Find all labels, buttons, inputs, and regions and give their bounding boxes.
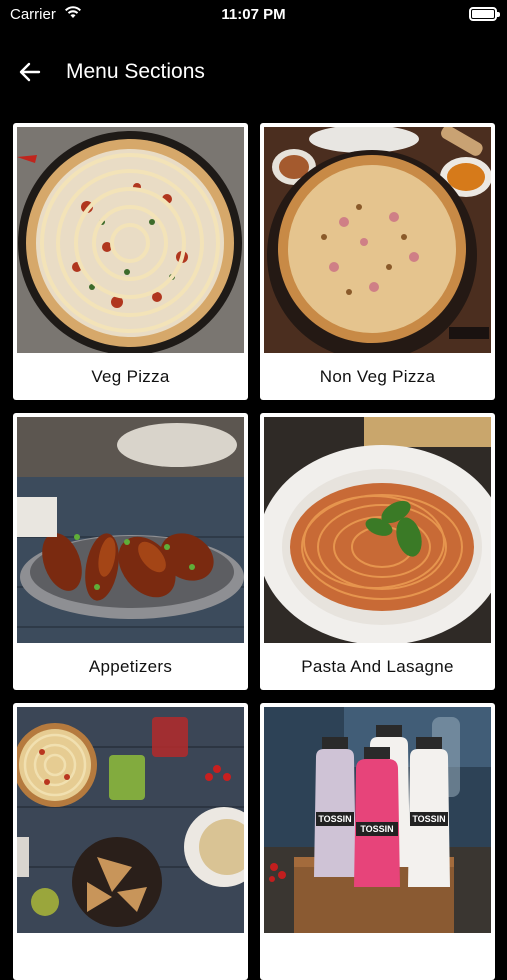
arrow-left-icon xyxy=(19,62,41,82)
section-label: Pasta And Lasagne xyxy=(301,656,454,676)
section-label: Appetizers xyxy=(88,656,173,676)
section-card-beverages[interactable]: TOSSIN TOSSIN TOSSIN xyxy=(260,703,495,980)
bottle-brand-text: TOSSIN xyxy=(360,824,393,834)
bottle-brand-text: TOSSIN xyxy=(412,814,445,824)
section-label: Non Veg Pizza xyxy=(319,366,436,386)
section-card-appetizers[interactable]: Appetizers xyxy=(13,413,248,690)
menu-sections-grid: Veg Pizza Non Veg Pizza Appetizers Pasta… xyxy=(13,123,495,980)
navigation-bar: Menu Sections xyxy=(0,44,507,100)
section-card-veg-pizza[interactable]: Veg Pizza xyxy=(13,123,248,400)
spaghetti-photo xyxy=(264,417,491,643)
section-card-non-veg-pizza[interactable]: Non Veg Pizza xyxy=(260,123,495,400)
non-veg-pizza-photo xyxy=(264,127,491,353)
section-card-pizza-spread[interactable] xyxy=(13,703,248,980)
status-bar: Carrier 11:07 PM xyxy=(0,0,507,28)
veg-pizza-photo xyxy=(17,127,244,353)
battery-icon xyxy=(469,7,500,21)
section-card-pasta-and-lasagne[interactable]: Pasta And Lasagne xyxy=(260,413,495,690)
pizza-table-spread-photo xyxy=(17,707,244,933)
carrier-label: Carrier xyxy=(10,5,56,23)
bottle-brand-text: TOSSIN xyxy=(318,814,351,824)
back-button[interactable] xyxy=(16,58,44,86)
section-label xyxy=(13,933,248,980)
section-label xyxy=(260,933,495,980)
section-label: Veg Pizza xyxy=(91,366,170,386)
milkshake-bottles-photo: TOSSIN TOSSIN TOSSIN xyxy=(264,707,491,933)
chicken-wings-photo xyxy=(17,417,244,643)
status-left: Carrier xyxy=(10,5,82,23)
page-title: Menu Sections xyxy=(66,60,205,83)
wifi-icon xyxy=(64,5,82,23)
